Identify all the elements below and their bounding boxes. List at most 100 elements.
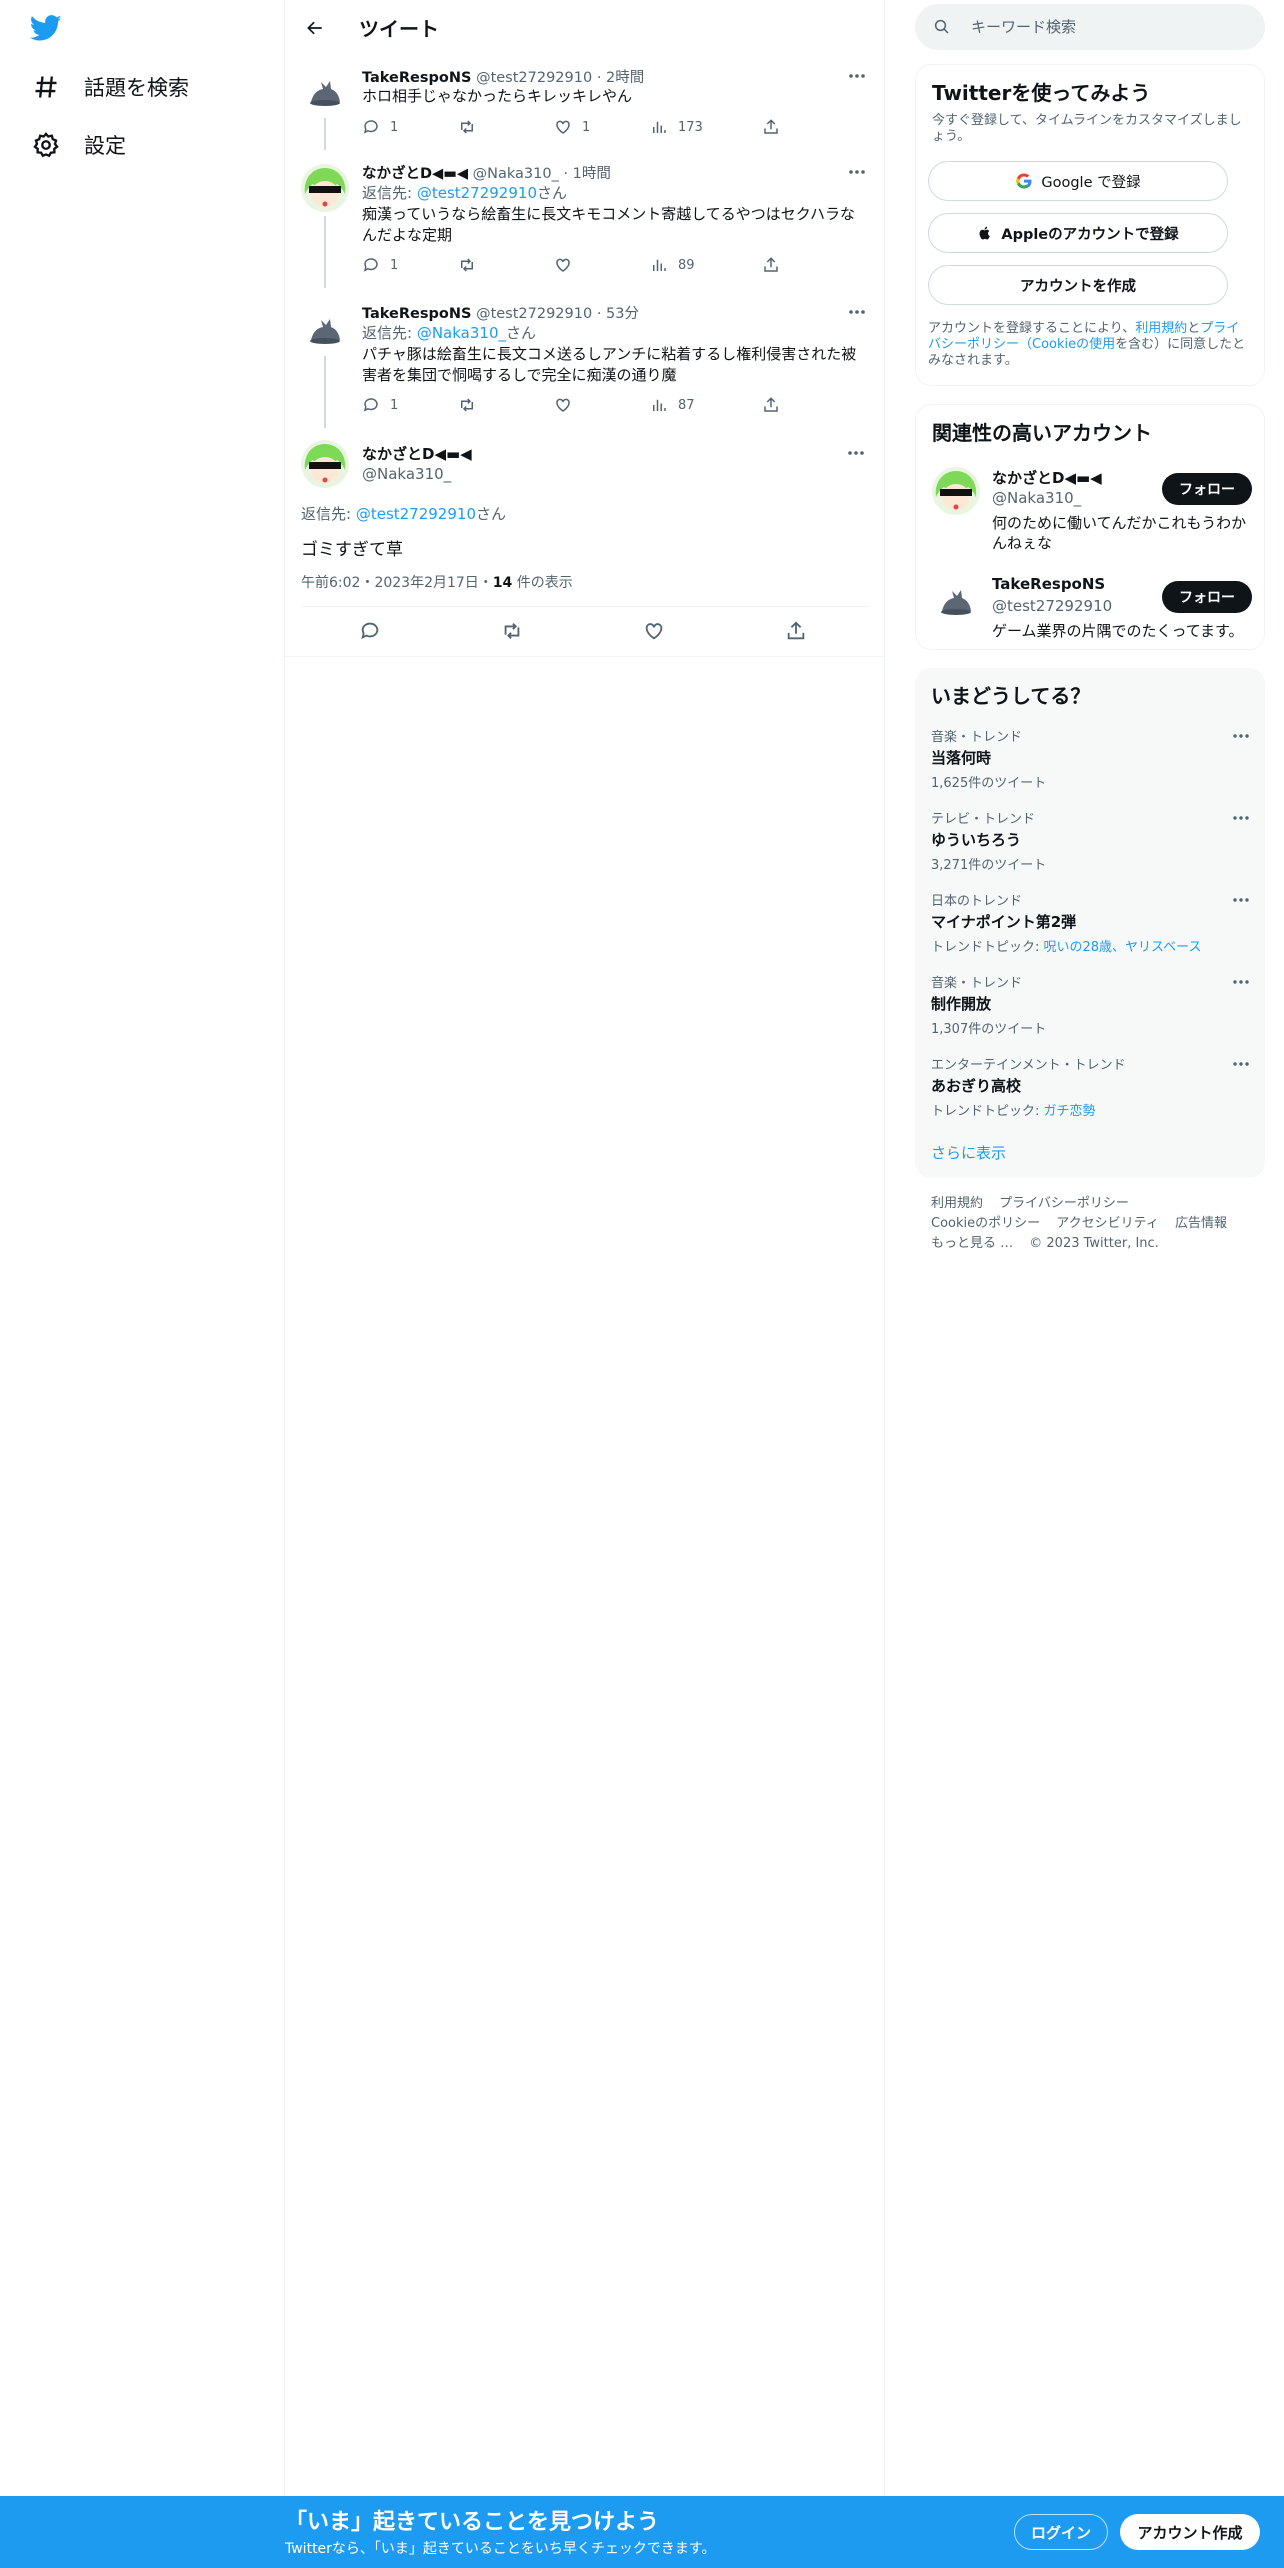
- author-handle[interactable]: @Naka310_: [362, 465, 451, 483]
- footer-link-cookies[interactable]: Cookieのポリシー: [931, 1216, 1040, 1231]
- avatar[interactable]: [301, 66, 349, 114]
- author-handle[interactable]: @Naka310_: [473, 166, 559, 182]
- more-options-icon[interactable]: [845, 66, 869, 86]
- more-options-icon[interactable]: [1231, 1056, 1251, 1072]
- more-options-icon[interactable]: [1231, 728, 1251, 744]
- back-arrow-icon[interactable]: [299, 12, 331, 44]
- signup-button[interactable]: アカウント作成: [1120, 2514, 1260, 2550]
- trend-item[interactable]: 音楽・トレンド 当落何時 1,625件のツイート: [931, 726, 1251, 791]
- tweet-actions: 1 1 173: [362, 118, 802, 138]
- reply-button[interactable]: 1: [362, 396, 398, 414]
- like-button[interactable]: 1: [554, 118, 590, 136]
- account-item[interactable]: TakeRespoNS @test27292910 ゲーム業界の片隅でのたくって…: [932, 571, 1252, 641]
- terms-link[interactable]: 利用規約: [1135, 321, 1187, 336]
- twitter-bird-icon[interactable]: [30, 12, 70, 52]
- page-title: ツイート: [359, 17, 439, 41]
- trend-extra: 1,307件のツイート: [931, 1022, 1047, 1037]
- tweet-timestamp[interactable]: 午前6:02・2023年2月17日・: [301, 575, 493, 591]
- show-more-link[interactable]: さらに表示: [931, 1142, 1006, 1163]
- share-button[interactable]: [762, 256, 780, 274]
- card-subtitle: 今すぐ登録して、タイムラインをカスタマイズしましょう。: [932, 113, 1242, 144]
- trend-context: エンターテインメント・トレンド: [931, 1058, 1126, 1073]
- follow-button[interactable]: フォロー: [1162, 473, 1252, 505]
- heart-icon: [554, 396, 572, 414]
- avatar[interactable]: [932, 575, 980, 623]
- reply-to-link[interactable]: @test27292910: [417, 184, 537, 202]
- nav-item-settings[interactable]: 設定: [32, 123, 126, 167]
- more-options-icon[interactable]: [1231, 974, 1251, 990]
- retweet-button[interactable]: [458, 256, 476, 274]
- nav-item-explore[interactable]: 話題を検索: [32, 65, 189, 109]
- footer-link-accessibility[interactable]: アクセシビリティ: [1056, 1216, 1159, 1231]
- share-button[interactable]: [762, 118, 780, 136]
- trend-item[interactable]: 音楽・トレンド 制作開放 1,307件のツイート: [931, 972, 1251, 1037]
- more-options-icon[interactable]: [845, 302, 869, 322]
- tweet-time[interactable]: 1時間: [573, 166, 611, 182]
- trend-item[interactable]: 日本のトレンド マイナポイント第2弾 トレンドトピック: 呪いの28歳、ヤリスベ…: [931, 890, 1251, 955]
- account-bio: ゲーム業界の片隅でのたくってます。: [992, 622, 1244, 640]
- apple-signup-button[interactable]: Appleのアカウントで登録: [928, 213, 1228, 253]
- views-button[interactable]: 173: [650, 118, 703, 136]
- footer-link-ads[interactable]: 広告情報: [1175, 1216, 1227, 1231]
- account-item[interactable]: なかざとD◀▬◀ @Naka310_ 何のために働いてんだかこれもうわかんねぇな…: [932, 463, 1252, 559]
- trend-name: マイナポイント第2弾: [931, 913, 1077, 931]
- main-column: ツイート TakeRespoNS @test27292910 · 2時間 ホロ相…: [285, 0, 885, 2568]
- tweet-time[interactable]: 53分: [606, 306, 639, 322]
- footer-link-more[interactable]: もっと見る …: [931, 1236, 1013, 1251]
- avatar[interactable]: [301, 164, 349, 212]
- trend-extra: トレンドトピック: ガチ恋勢: [931, 1104, 1096, 1119]
- heart-icon[interactable]: [643, 620, 667, 644]
- more-options-icon[interactable]: [1231, 810, 1251, 826]
- account-handle: @test27292910: [992, 597, 1113, 615]
- avatar[interactable]: [301, 304, 349, 352]
- nav-item-settings-label: 設定: [84, 134, 126, 158]
- heart-icon: [554, 256, 572, 274]
- footer-link-terms[interactable]: 利用規約: [931, 1196, 983, 1211]
- like-button[interactable]: [554, 396, 572, 414]
- like-button[interactable]: [554, 256, 572, 274]
- avatar[interactable]: [932, 467, 980, 515]
- thread-line: [324, 216, 326, 288]
- reply-icon[interactable]: [359, 620, 383, 644]
- search-bar[interactable]: [915, 4, 1265, 50]
- retweet-button[interactable]: [458, 118, 476, 136]
- more-options-icon[interactable]: [844, 443, 868, 463]
- retweet-button[interactable]: [458, 396, 476, 414]
- trend-item[interactable]: エンターテインメント・トレンド あおぎり高校 トレンドトピック: ガチ恋勢: [931, 1054, 1251, 1119]
- create-account-button[interactable]: アカウントを作成: [928, 265, 1228, 305]
- author-handle[interactable]: @test27292910: [476, 306, 592, 322]
- thread-tweet[interactable]: なかざとD◀▬◀ @Naka310_ · 1時間 返信先: @test27292…: [285, 160, 885, 288]
- thread-tweet[interactable]: TakeRespoNS @test27292910 · 53分 返信先: @Na…: [285, 300, 885, 428]
- share-icon[interactable]: [785, 620, 809, 644]
- reply-button[interactable]: 1: [362, 256, 398, 274]
- search-input[interactable]: [971, 18, 1231, 36]
- footer-link-privacy[interactable]: プライバシーポリシー: [999, 1196, 1129, 1211]
- more-options-icon[interactable]: [1231, 892, 1251, 908]
- reply-icon: [362, 118, 380, 136]
- tweet-time[interactable]: 2時間: [606, 70, 644, 86]
- share-button[interactable]: [762, 396, 780, 414]
- author-name[interactable]: なかざとD◀▬◀: [362, 166, 468, 182]
- more-options-icon[interactable]: [845, 162, 869, 182]
- follow-button[interactable]: フォロー: [1162, 581, 1252, 613]
- tweet-actions: [301, 620, 869, 644]
- google-signup-button[interactable]: Google で登録: [928, 161, 1228, 201]
- author-handle[interactable]: @test27292910: [476, 70, 592, 86]
- trend-extra: 3,271件のツイート: [931, 858, 1047, 873]
- trend-item[interactable]: テレビ・トレンド ゆういちろう 3,271件のツイート: [931, 808, 1251, 873]
- author-name[interactable]: TakeRespoNS: [362, 70, 471, 86]
- thread-tweet[interactable]: TakeRespoNS @test27292910 · 2時間 ホロ相手じゃなか…: [285, 62, 885, 150]
- views-button[interactable]: 87: [650, 396, 695, 414]
- view-count: 173: [678, 119, 703, 135]
- views-button[interactable]: 89: [650, 256, 695, 274]
- trend-name: ゆういちろう: [931, 831, 1022, 849]
- view-count: 14: [492, 575, 513, 591]
- reply-button[interactable]: 1: [362, 118, 398, 136]
- login-button[interactable]: ログイン: [1014, 2514, 1108, 2550]
- author-name[interactable]: TakeRespoNS: [362, 306, 471, 322]
- retweet-icon[interactable]: [501, 620, 525, 644]
- author-name[interactable]: なかざとD◀▬◀: [362, 443, 472, 464]
- reply-to-link[interactable]: @test27292910: [356, 505, 476, 523]
- reply-to-link[interactable]: @Naka310_: [417, 324, 506, 342]
- avatar[interactable]: [301, 440, 349, 488]
